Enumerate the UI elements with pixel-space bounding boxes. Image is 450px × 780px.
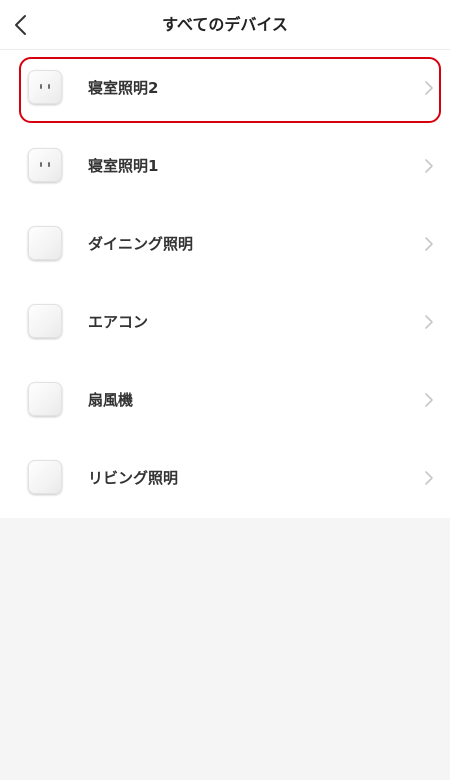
chevron-right-icon (425, 393, 433, 407)
device-row-bedroom-light-1[interactable]: 寝室照明1 (0, 128, 450, 206)
device-name: 扇風機 (88, 391, 134, 409)
smart-plug-icon (28, 148, 62, 182)
device-row-living-light[interactable]: リビング照明 (0, 440, 450, 518)
chevron-right-icon (425, 81, 433, 95)
device-row-bedroom-light-2[interactable]: 寝室照明2 (0, 50, 450, 128)
device-row-dining-light[interactable]: ダイニング照明 (0, 206, 450, 284)
device-name: 寝室照明2 (88, 79, 159, 97)
device-name: エアコン (88, 313, 149, 331)
chevron-right-icon (425, 237, 433, 251)
smart-plug-icon (28, 70, 62, 104)
device-blank-icon (28, 460, 62, 494)
device-name: 寝室照明1 (88, 157, 159, 175)
device-list: 寝室照明2 寝室照明1 ダイニング照明 エアコン 扇風機 リビング照明 (0, 50, 450, 518)
device-blank-icon (28, 226, 62, 260)
page-title: すべてのデバイス (162, 15, 288, 34)
chevron-right-icon (425, 471, 433, 485)
device-blank-icon (28, 304, 62, 338)
chevron-right-icon (425, 159, 433, 173)
device-blank-icon (28, 382, 62, 416)
device-name: ダイニング照明 (88, 235, 194, 253)
device-row-fan[interactable]: 扇風機 (0, 362, 450, 440)
device-row-air-conditioner[interactable]: エアコン (0, 284, 450, 362)
device-name: リビング照明 (88, 469, 179, 487)
chevron-right-icon (425, 315, 433, 329)
top-bar: すべてのデバイス (0, 0, 450, 50)
